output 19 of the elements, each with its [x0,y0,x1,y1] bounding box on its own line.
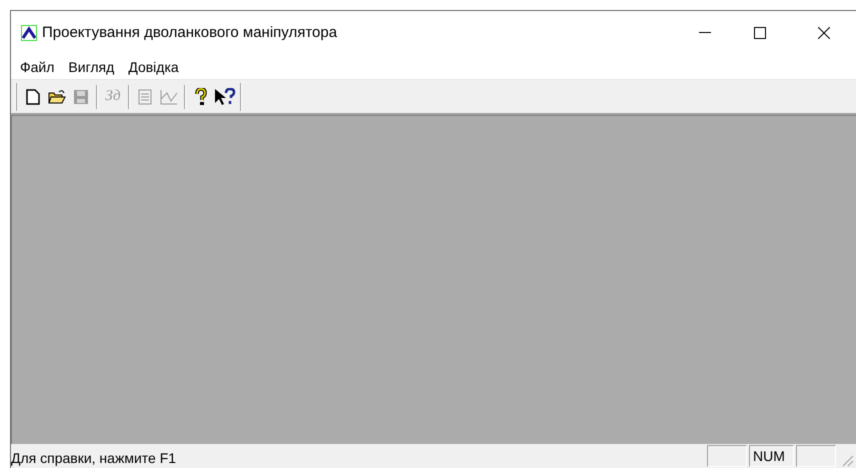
app-icon [21,25,37,41]
window-title: Проектування дволанкового маніпулятора [42,22,338,43]
status-pane [707,445,747,467]
document-lines-icon [138,88,152,104]
folder-icon [48,88,66,104]
new-document-icon [26,88,40,104]
status-pane [796,445,836,467]
status-message: Для справки, нажмите F1 [11,449,178,467]
menu-item[interactable]: Довідка [121,56,186,78]
menu-item[interactable]: Файл [13,56,62,78]
close-icon [818,27,830,39]
menu-item[interactable]: Вигляд [61,56,122,78]
question-mark-icon [195,88,207,106]
status-indicator: NUM [749,445,794,467]
minimize-icon [699,32,711,34]
pointer-question-icon [214,88,236,106]
maximize-icon [754,27,766,39]
resize-grip-icon [840,453,854,467]
chart-icon [160,88,178,104]
